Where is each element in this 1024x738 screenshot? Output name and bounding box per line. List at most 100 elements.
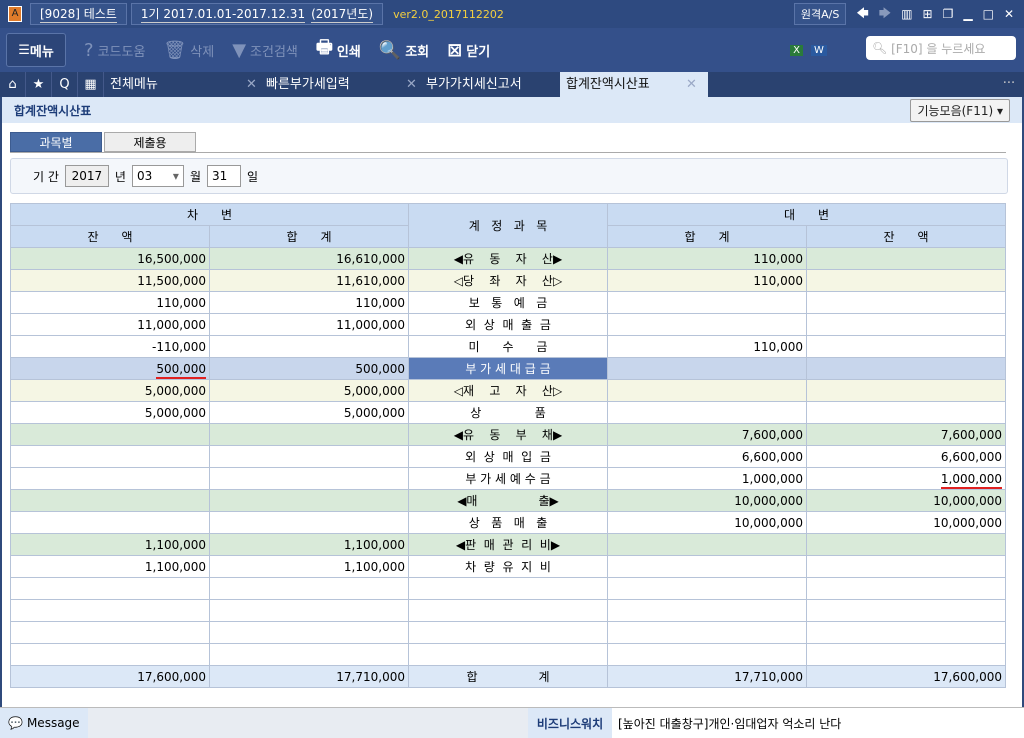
search-input[interactable]: 🔍︎ [F10] 을 누르세요 — [866, 36, 1016, 60]
debit-total-cell: 1,100,000 — [209, 533, 409, 556]
business-watch-label[interactable]: 비즈니스워치 — [528, 708, 612, 738]
tab-bar: ⌂ ★ Q ▦ 전체메뉴 ✕ 빠른부가세입력 ✕ 부가가치세신고서 합계잔액시산표 ✕… — [0, 72, 1024, 97]
account-cell: 미 수 금 — [408, 335, 608, 358]
function-menu-button[interactable]: 기능모음(F11) ▾ — [910, 98, 1010, 122]
account-cell: 차 량 유 지 비 — [408, 555, 608, 578]
debit-balance-cell: 1,100,000 — [10, 555, 210, 578]
star-icon[interactable]: ★ — [26, 72, 52, 97]
version-label: ver2.0_2017112202 — [393, 7, 504, 21]
debit-total-cell: 110,000 — [209, 291, 409, 314]
credit-total-cell — [607, 621, 807, 644]
close-tab-icon[interactable]: ✕ — [686, 72, 706, 97]
tab-for-submission[interactable]: 제출용 — [104, 132, 196, 152]
code-help-button[interactable]: ? 코드도움 — [84, 40, 145, 61]
credit-balance-cell: 17,600,000 — [806, 665, 1006, 688]
window-icon[interactable]: ❐ — [943, 7, 954, 21]
menu-button[interactable]: ☰ 메뉴 — [6, 33, 66, 67]
tab-vat-return[interactable]: ✕ 부가가치세신고서 — [400, 72, 560, 97]
query-label: 조회 — [405, 44, 430, 60]
news-ticker[interactable]: [높아진 대출창구]개인·임대업자 억소리 난다 — [612, 708, 1024, 738]
table-row[interactable]: 1,100,000 1,100,000 ◀판 매 관 리 비▶ — [10, 533, 1006, 556]
table-row[interactable]: 외 상 매 입 금 6,600,000 6,600,000 — [10, 445, 1006, 468]
table-row[interactable]: 부 가 세 예 수 금 1,000,000 1,000,000 — [10, 467, 1006, 490]
credit-balance-cell — [806, 335, 1006, 358]
cell-value: 500,000 — [156, 361, 206, 379]
table-row[interactable]: 110,000 110,000 보 통 예 금 — [10, 291, 1006, 314]
table-row[interactable]: 11,500,000 11,610,000 ◁당 좌 자 산▷ 110,000 — [10, 269, 1006, 292]
table-row[interactable]: ◀유 동 부 채▶ 7,600,000 7,600,000 — [10, 423, 1006, 446]
day-input[interactable]: 31 — [207, 165, 241, 187]
debit-balance-cell — [10, 511, 210, 534]
fiscal-period-selector[interactable]: 1기 2017.01.01-2017.12.31 (2017년도) — [130, 3, 384, 25]
tab-by-account[interactable]: 과목별 — [10, 132, 102, 152]
menu-label: 메뉴 — [29, 44, 54, 60]
tab-quick-vat-entry[interactable]: ✕ 빠른부가세입력 — [240, 72, 400, 97]
period-label: 1기 2017.01.01-2017.12.31 — [140, 7, 306, 23]
chevron-down-icon[interactable]: ▾ — [173, 166, 179, 186]
credit-total-cell: 110,000 — [607, 335, 807, 358]
remote-support-button[interactable]: 원격A/S — [793, 3, 847, 25]
book-icon[interactable]: ▥ — [901, 7, 912, 21]
table-row[interactable]: 5,000,000 5,000,000 상 품 — [10, 401, 1006, 424]
credit-header: 대 변 — [607, 203, 1006, 226]
debit-balance-cell: 16,500,000 — [10, 247, 210, 270]
account-cell: ◀판 매 관 리 비▶ — [408, 533, 608, 556]
more-tabs-button[interactable]: ... — [994, 72, 1024, 97]
cell-value: 상 품 — [470, 406, 546, 420]
debit-total-cell: 16,610,000 — [209, 247, 409, 270]
message-label: Message — [26, 716, 80, 730]
close-tab-icon[interactable]: ✕ — [246, 72, 266, 97]
query-button[interactable]: 🔍 조회 — [379, 40, 429, 61]
message-button[interactable]: 💬 Message — [0, 708, 88, 738]
word-icon[interactable]: W — [811, 44, 827, 56]
table-row[interactable]: 5,000,000 5,000,000 ◁재 고 자 산▷ — [10, 379, 1006, 402]
grid-icon[interactable]: ⊞ — [923, 7, 933, 21]
table-row[interactable]: ◀매 출▶ 10,000,000 10,000,000 — [10, 489, 1006, 512]
table-row[interactable]: 11,000,000 11,000,000 외 상 매 출 금 — [10, 313, 1006, 336]
close-icon[interactable]: ✕ — [1004, 7, 1014, 21]
filter-label: 조건검색 — [250, 44, 298, 60]
tab-all-menu[interactable]: 전체메뉴 — [104, 72, 240, 97]
credit-total-cell: 17,710,000 — [607, 665, 807, 688]
table-row[interactable]: 500,000 500,000 부 가 세 대 급 금 — [10, 357, 1006, 380]
calendar-icon[interactable]: ▦ — [78, 72, 104, 97]
year-label: (2017년도) — [311, 7, 374, 23]
company-selector[interactable]: [9028] 테스트 — [30, 3, 127, 25]
home-icon[interactable]: ⌂ — [0, 72, 26, 97]
cell-value: 6,600,000 — [940, 449, 1002, 464]
cell-value: 17,710,000 — [336, 669, 405, 684]
cell-value: 외 상 매 출 금 — [465, 318, 551, 332]
credit-total-cell — [607, 533, 807, 556]
debit-total-cell: 11,610,000 — [209, 269, 409, 292]
minimize-icon[interactable]: ▁ — [963, 7, 972, 21]
close-tab-icon[interactable]: ✕ — [406, 72, 426, 97]
close-button[interactable]: ⊠ 닫기 — [447, 40, 490, 61]
excel-icon[interactable]: X — [790, 44, 804, 56]
cell-value: 차 량 유 지 비 — [465, 560, 551, 574]
table-row[interactable]: 16,500,000 16,610,000 ◀유 동 자 산▶ 110,000 — [10, 247, 1006, 270]
table-row[interactable] — [10, 599, 1006, 622]
table-row[interactable] — [10, 643, 1006, 666]
table-row[interactable] — [10, 621, 1006, 644]
table-row[interactable]: 상 품 매 출 10,000,000 10,000,000 — [10, 511, 1006, 534]
printer-icon: 🖶 — [315, 37, 333, 58]
tab-trial-balance[interactable]: 합계잔액시산표 ✕ — [560, 72, 708, 97]
cell-value: 17,710,000 — [734, 669, 803, 684]
maximize-icon[interactable]: □ — [983, 7, 994, 21]
table-row[interactable] — [10, 577, 1006, 600]
forward-arrow-icon[interactable]: 🡆 — [879, 4, 891, 25]
back-arrow-icon[interactable]: 🡄 — [856, 4, 868, 25]
print-button[interactable]: 🖶 인쇄 — [316, 35, 361, 65]
credit-balance-header: 잔 액 — [806, 225, 1006, 248]
quick-search-icon[interactable]: Q — [52, 72, 78, 97]
filter-button[interactable]: ▼ 조건검색 — [232, 40, 298, 61]
cell-value: 11,610,000 — [336, 273, 405, 288]
month-select[interactable]: 03 ▾ — [131, 165, 184, 187]
table-row[interactable]: -110,000 미 수 금 110,000 — [10, 335, 1006, 358]
table-row[interactable]: 1,100,000 1,100,000 차 량 유 지 비 — [10, 555, 1006, 578]
debit-total-cell: 17,710,000 — [209, 665, 409, 688]
account-cell: 보 통 예 금 — [408, 291, 608, 314]
totals-row[interactable]: 17,600,000 17,710,000 합 계 17,710,000 17,600,… — [10, 665, 1006, 688]
cell-value: 1,100,000 — [343, 537, 405, 552]
delete-button[interactable]: 🗑 삭제 — [163, 40, 214, 61]
